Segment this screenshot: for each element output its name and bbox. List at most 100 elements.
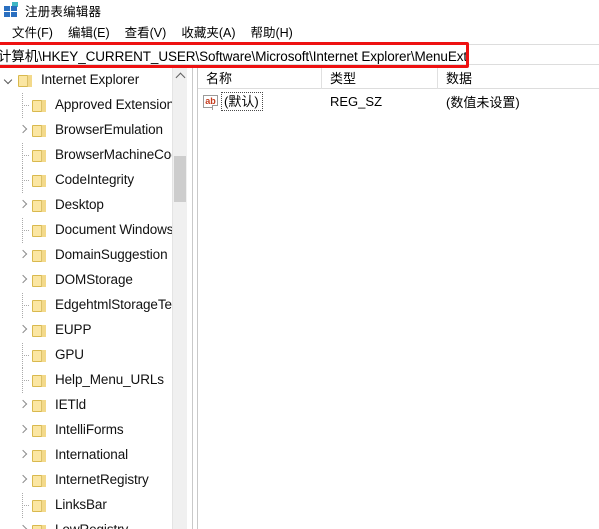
folder-icon [32, 99, 47, 112]
address-bar[interactable]: 计算机\HKEY_CURRENT_USER\Software\Microsoft… [0, 44, 599, 65]
folder-icon [32, 274, 47, 287]
tree-item-label: BrowserEmulation [55, 122, 163, 137]
tree-item-gpu[interactable]: GPU [0, 343, 186, 368]
chevron-right-icon[interactable] [16, 243, 32, 268]
tree-item-browsermachinecode[interactable]: BrowserMachineCode [0, 143, 186, 168]
tree-item-label: Approved Extensions [55, 97, 181, 112]
folder-icon [32, 449, 47, 462]
menu-item-favorites[interactable]: 收藏夹(A) [175, 21, 244, 42]
chevron-right-icon[interactable] [16, 443, 32, 468]
chevron-down-icon[interactable] [2, 68, 18, 93]
tree-item-label: DOMStorage [55, 272, 133, 287]
string-value-icon: ab [203, 94, 218, 110]
menu-item-edit[interactable]: 编辑(E) [62, 21, 119, 42]
tree-item-document-windows[interactable]: Document Windows [0, 218, 186, 243]
chevron-right-icon[interactable] [16, 468, 32, 493]
registry-editor-icon [3, 2, 19, 18]
tree-item-linksbar[interactable]: LinksBar [0, 493, 186, 518]
tree-item-label: Help_Menu_URLs [55, 372, 164, 387]
address-path-text: 计算机\HKEY_CURRENT_USER\Software\Microsoft… [0, 48, 468, 64]
chevron-right-icon[interactable] [16, 268, 32, 293]
folder-icon [32, 124, 47, 137]
folder-icon [32, 299, 47, 312]
scrollbar-thumb[interactable] [174, 156, 186, 202]
value-list-pane: 名称 类型 数据 ab (默认) REG_SZ (数值未设置) [198, 68, 599, 529]
column-header-data[interactable]: 数据 [438, 68, 599, 89]
tree-item-internet-explorer[interactable]: Internet Explorer [0, 68, 186, 93]
scroll-up-arrow-icon[interactable] [173, 68, 187, 84]
tree-item-help-menu-urls[interactable]: Help_Menu_URLs [0, 368, 186, 393]
tree-item-label: GPU [55, 347, 84, 362]
chevron-right-icon[interactable] [16, 393, 32, 418]
folder-icon [32, 524, 47, 529]
tree-item-lowregistry[interactable]: LowRegistry [0, 518, 186, 529]
tree-item-label: IETld [55, 397, 87, 412]
value-row[interactable]: ab (默认) REG_SZ (数值未设置) [198, 89, 599, 113]
tree-item-label: IntelliForms [55, 422, 124, 437]
value-list-header: 名称 类型 数据 [198, 68, 599, 89]
column-header-name[interactable]: 名称 [198, 68, 322, 89]
tree-item-label: LowRegistry [53, 520, 132, 529]
folder-icon [32, 349, 47, 362]
tree-item-domainsuggestion[interactable]: DomainSuggestion [0, 243, 186, 268]
chevron-right-icon[interactable] [16, 318, 32, 343]
folder-icon [32, 499, 47, 512]
tree-item-label: CodeIntegrity [55, 172, 134, 187]
value-data-cell: (数值未设置) [446, 94, 520, 110]
tree-item-label: DomainSuggestion [55, 247, 168, 262]
tree-connector-line [16, 293, 32, 318]
tree-item-label: Desktop [55, 197, 104, 212]
tree-item-domstorage[interactable]: DOMStorage [0, 268, 186, 293]
chevron-right-icon[interactable] [16, 118, 32, 143]
tree-item-ietld[interactable]: IETld [0, 393, 186, 418]
tree-item-label: LinksBar [55, 497, 107, 512]
folder-icon [32, 374, 47, 387]
menu-bar: 文件(F) 编辑(E) 查看(V) 收藏夹(A) 帮助(H) [0, 20, 599, 42]
tree-connector-line [16, 218, 32, 243]
tree-connector-line [16, 368, 32, 393]
folder-icon [32, 474, 47, 487]
tree-item-desktop[interactable]: Desktop [0, 193, 186, 218]
main-content: Internet Explorer Approved Extensions Brow… [0, 68, 599, 529]
tree-item-edgehtmlstoragetelemetry[interactable]: EdgehtmlStorageTelemetry [0, 293, 186, 318]
registry-tree[interactable]: Internet Explorer Approved Extensions Brow… [0, 68, 186, 529]
tree-item-eupp[interactable]: EUPP [0, 318, 186, 343]
menu-item-view[interactable]: 查看(V) [119, 21, 176, 42]
value-type-cell: REG_SZ [330, 93, 383, 109]
tree-item-internetregistry[interactable]: InternetRegistry [0, 468, 186, 493]
folder-icon [32, 424, 47, 437]
value-name-label: (默认) [221, 91, 263, 111]
chevron-right-icon[interactable] [16, 418, 32, 443]
column-header-type[interactable]: 类型 [322, 68, 438, 89]
tree-connector-line [16, 168, 32, 193]
folder-icon [32, 149, 47, 162]
tree-item-label: Document Windows [55, 222, 174, 237]
window-title: 注册表编辑器 [25, 4, 102, 19]
menu-item-help[interactable]: 帮助(H) [244, 21, 301, 42]
tree-item-label: International [55, 447, 129, 462]
tree-item-label: EUPP [55, 322, 92, 337]
tree-item-label: InternetRegistry [55, 472, 149, 487]
registry-tree-pane: Internet Explorer Approved Extensions Brow… [0, 68, 198, 529]
tree-connector-line [16, 143, 32, 168]
tree-vertical-scrollbar[interactable] [172, 68, 187, 529]
tree-item-approved-extensions[interactable]: Approved Extensions [0, 93, 186, 118]
tree-item-intelliforms[interactable]: IntelliForms [0, 418, 186, 443]
tree-item-label: Internet Explorer [41, 72, 140, 87]
title-bar: 注册表编辑器 [0, 0, 599, 20]
tree-item-label: EdgehtmlStorageTelemetry [55, 297, 186, 312]
tree-item-label: BrowserMachineCode [55, 147, 186, 162]
tree-item-browseremulation[interactable]: BrowserEmulation [0, 118, 186, 143]
tree-item-international[interactable]: International [0, 443, 186, 468]
tree-connector-line [16, 343, 32, 368]
folder-icon [32, 324, 47, 337]
chevron-right-icon[interactable] [16, 193, 32, 218]
folder-icon [32, 174, 47, 187]
value-list-body: ab (默认) REG_SZ (数值未设置) [198, 89, 599, 113]
menu-item-file[interactable]: 文件(F) [6, 21, 62, 42]
tree-item-codeintegrity[interactable]: CodeIntegrity [0, 168, 186, 193]
chevron-right-icon[interactable] [16, 518, 32, 529]
folder-icon [32, 199, 47, 212]
folder-icon [32, 224, 47, 237]
folder-icon [32, 399, 47, 412]
